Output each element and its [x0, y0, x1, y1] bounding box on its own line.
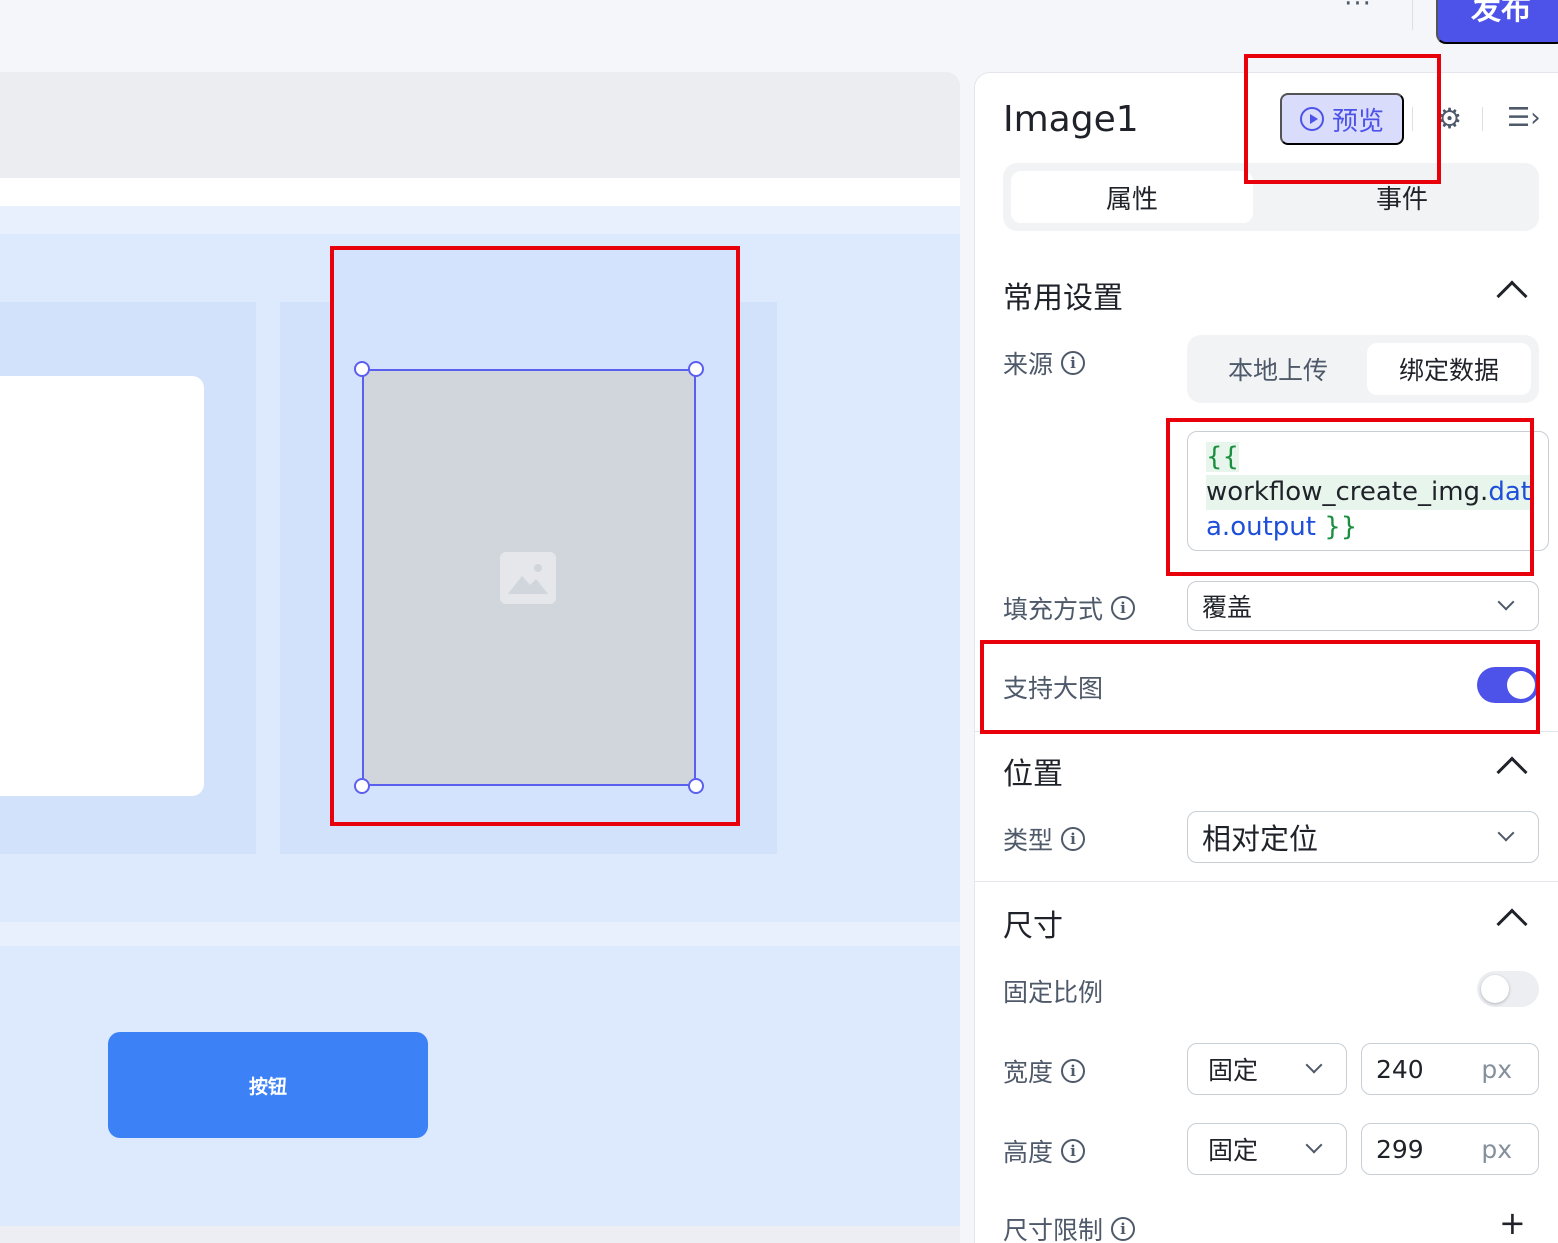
info-icon[interactable]: i	[1061, 827, 1086, 851]
component-name: Image1	[1003, 99, 1139, 140]
width-input[interactable]: 240 px	[1361, 1043, 1539, 1095]
tab-properties[interactable]: 属性	[1011, 171, 1253, 223]
size-limit-label: 尺寸限制 i	[1003, 1211, 1136, 1243]
width-label: 宽度 i	[1003, 1053, 1086, 1089]
source-label-text: 来源	[1003, 350, 1054, 379]
position-type-select[interactable]: 相对定位	[1187, 811, 1539, 863]
chevron-down-icon	[1305, 1056, 1323, 1074]
fill-mode-label: 填充方式 i	[1003, 590, 1136, 626]
annotation-box-large-image	[980, 640, 1540, 734]
fill-mode-value: 覆盖	[1202, 593, 1253, 622]
source-segmented-control: 本地上传 绑定数据	[1187, 335, 1539, 403]
height-unit: px	[1481, 1134, 1512, 1164]
white-card-component[interactable]	[0, 376, 204, 796]
toggle-knob	[1481, 975, 1509, 1003]
fill-mode-select[interactable]: 覆盖	[1187, 581, 1539, 631]
width-mode-value: 固定	[1208, 1056, 1259, 1085]
top-bar: ··· 发布	[0, 0, 1558, 56]
canvas-button-component[interactable]: 按钮	[108, 1032, 428, 1138]
chevron-down-icon	[1497, 593, 1515, 611]
publish-button[interactable]: 发布	[1436, 0, 1558, 44]
width-value: 240	[1376, 1054, 1424, 1084]
width-label-text: 宽度	[1003, 1058, 1054, 1087]
chevron-up-icon[interactable]	[1496, 908, 1528, 940]
chevron-up-icon[interactable]	[1496, 280, 1528, 312]
height-input[interactable]: 299 px	[1361, 1123, 1539, 1175]
fixed-ratio-toggle[interactable]	[1477, 971, 1539, 1007]
canvas-strip	[0, 206, 960, 234]
chevron-up-icon[interactable]	[1496, 756, 1528, 788]
section-title-common: 常用设置	[1003, 281, 1123, 316]
collapse-panel-icon[interactable]: ☰›	[1507, 103, 1541, 133]
canvas-gap-strip	[0, 922, 960, 946]
fixed-ratio-label: 固定比例	[1003, 973, 1103, 1009]
height-label: 高度 i	[1003, 1133, 1086, 1169]
section-title-position: 位置	[1003, 757, 1063, 792]
header-divider	[1482, 107, 1483, 131]
position-type-label-text: 类型	[1003, 826, 1054, 855]
annotation-box-binding	[1166, 418, 1534, 576]
add-size-limit-icon[interactable]: +	[1499, 1207, 1526, 1239]
canvas-header-band	[0, 72, 960, 178]
annotation-box-preview	[1244, 54, 1441, 184]
position-type-value: 相对定位	[1202, 822, 1319, 856]
height-mode-value: 固定	[1208, 1136, 1259, 1165]
height-value: 299	[1376, 1134, 1424, 1164]
section-title-size: 尺寸	[1003, 909, 1063, 944]
info-icon[interactable]: i	[1061, 351, 1086, 375]
height-label-text: 高度	[1003, 1138, 1054, 1167]
width-unit: px	[1481, 1054, 1512, 1084]
section-divider	[975, 881, 1558, 882]
info-icon[interactable]: i	[1061, 1139, 1086, 1163]
info-icon[interactable]: i	[1061, 1059, 1086, 1083]
position-type-label: 类型 i	[1003, 821, 1086, 857]
chevron-down-icon	[1497, 824, 1515, 842]
size-limit-label-text: 尺寸限制	[1003, 1216, 1104, 1243]
source-label: 来源 i	[1003, 345, 1086, 381]
fill-mode-label-text: 填充方式	[1003, 595, 1104, 624]
fixed-ratio-label-text: 固定比例	[1003, 978, 1104, 1007]
width-mode-select[interactable]: 固定	[1187, 1043, 1347, 1095]
top-divider	[1412, 0, 1413, 30]
annotation-box-image	[330, 246, 740, 826]
source-option-local-upload[interactable]: 本地上传	[1195, 343, 1361, 395]
more-options-button[interactable]: ···	[1338, 0, 1378, 22]
info-icon[interactable]: i	[1111, 596, 1136, 620]
source-option-bind-data[interactable]: 绑定数据	[1367, 343, 1531, 395]
chevron-down-icon	[1305, 1136, 1323, 1154]
info-icon[interactable]: i	[1111, 1217, 1136, 1241]
canvas-white-band	[0, 178, 960, 206]
height-mode-select[interactable]: 固定	[1187, 1123, 1347, 1175]
